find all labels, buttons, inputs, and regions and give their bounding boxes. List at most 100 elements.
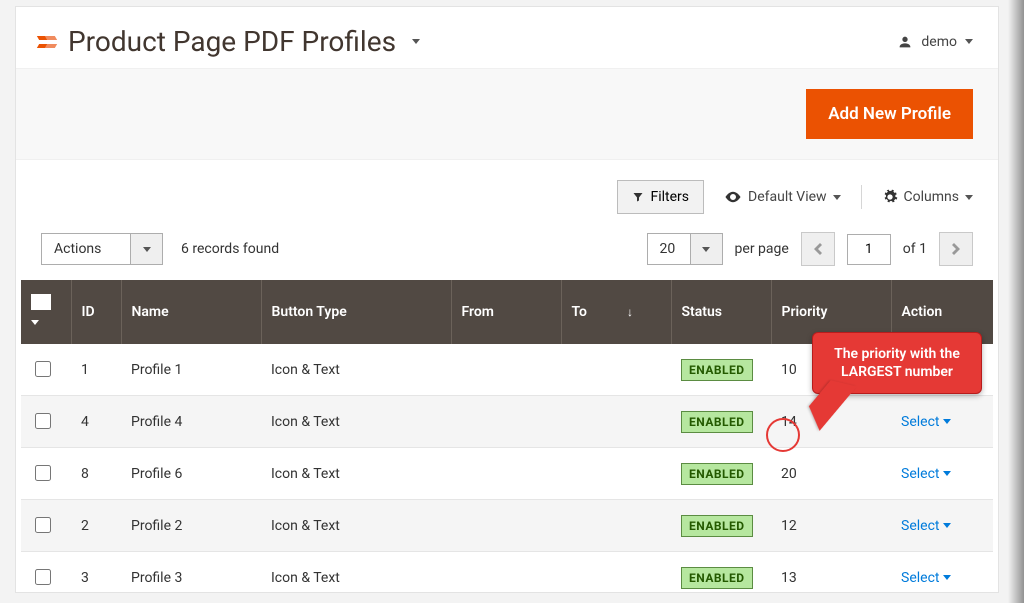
next-page-button[interactable] <box>939 232 973 266</box>
cell-from <box>451 552 561 603</box>
paging-bar: Actions 6 records found 20 per page of 1 <box>16 224 998 280</box>
default-view-menu[interactable]: Default View <box>724 188 841 206</box>
page-header: Product Page PDF Profiles demo <box>16 7 998 68</box>
profiles-table: ID Name Button Type From To↓ Status Prio… <box>21 280 993 603</box>
cell-button-type: Icon & Text <box>261 500 451 552</box>
page-number-input[interactable] <box>847 234 891 265</box>
cell-button-type: Icon & Text <box>261 448 451 500</box>
prev-page-button[interactable] <box>801 232 835 266</box>
mass-actions-dropdown[interactable]: Actions <box>41 233 163 265</box>
row-checkbox[interactable] <box>35 517 51 533</box>
annotation-circle <box>766 418 800 452</box>
cell-priority: 12 <box>771 500 891 552</box>
cell-to <box>561 500 671 552</box>
chevron-down-icon <box>943 419 951 424</box>
chevron-down-icon <box>31 320 39 325</box>
separator <box>861 185 862 209</box>
row-checkbox[interactable] <box>35 413 51 429</box>
columns-menu[interactable]: Columns <box>882 189 973 205</box>
status-badge: ENABLED <box>681 515 753 537</box>
row-action-select[interactable]: Select <box>901 518 951 534</box>
cell-name: Profile 4 <box>121 396 261 448</box>
cell-from <box>451 500 561 552</box>
chevron-down-icon <box>965 39 973 44</box>
cell-name: Profile 6 <box>121 448 261 500</box>
chevron-right-icon <box>952 243 960 255</box>
col-select-all[interactable] <box>21 280 71 344</box>
account-menu[interactable]: demo <box>897 34 973 50</box>
row-action-select[interactable]: Select <box>901 466 951 482</box>
col-button-type[interactable]: Button Type <box>261 280 451 344</box>
funnel-icon <box>632 191 644 203</box>
action-bar: Add New Profile <box>16 68 998 160</box>
cell-id: 2 <box>71 500 121 552</box>
cell-id: 8 <box>71 448 121 500</box>
page-size-value: 20 <box>647 233 691 265</box>
columns-label: Columns <box>904 189 959 205</box>
col-to[interactable]: To↓ <box>561 280 671 344</box>
sort-desc-icon: ↓ <box>627 305 633 319</box>
cell-button-type: Icon & Text <box>261 344 451 396</box>
cell-name: Profile 3 <box>121 552 261 603</box>
row-action-select[interactable]: Select <box>901 570 951 586</box>
records-count: 6 records found <box>181 241 279 257</box>
table-row: 3Profile 3Icon & Text ENABLED 13 Select <box>21 552 993 603</box>
chevron-down-icon[interactable] <box>691 233 723 265</box>
cell-id: 3 <box>71 552 121 603</box>
status-badge: ENABLED <box>681 463 753 485</box>
filters-label: Filters <box>650 189 689 205</box>
cell-id: 4 <box>71 396 121 448</box>
page-size-dropdown[interactable]: 20 <box>647 233 723 265</box>
cell-to <box>561 552 671 603</box>
status-badge: ENABLED <box>681 411 753 433</box>
row-action-select[interactable]: Select <box>901 414 951 430</box>
filters-button[interactable]: Filters <box>617 180 704 214</box>
title-dropdown-icon[interactable] <box>412 34 420 50</box>
chevron-down-icon <box>943 471 951 476</box>
col-status[interactable]: Status <box>671 280 771 344</box>
cell-button-type: Icon & Text <box>261 396 451 448</box>
cell-from <box>451 344 561 396</box>
col-from[interactable]: From <box>451 280 561 344</box>
chevron-down-icon <box>833 195 841 200</box>
row-checkbox[interactable] <box>35 465 51 481</box>
cell-priority: 20 <box>771 448 891 500</box>
row-checkbox[interactable] <box>35 569 51 585</box>
row-checkbox[interactable] <box>35 361 51 377</box>
cell-from <box>451 396 561 448</box>
chevron-down-icon[interactable] <box>131 233 163 265</box>
gear-icon <box>882 189 898 205</box>
cell-to <box>561 396 671 448</box>
annotation-callout: The priority with the LARGEST number <box>812 332 982 394</box>
table-row: 4Profile 4Icon & TextENABLED14Select <box>21 396 993 448</box>
table-row: 8Profile 6Icon & Text ENABLED 20 Select <box>21 448 993 500</box>
mass-actions-label: Actions <box>41 233 131 265</box>
col-name[interactable]: Name <box>121 280 261 344</box>
status-badge: ENABLED <box>681 359 753 381</box>
callout-line2: LARGEST number <box>827 363 967 381</box>
cell-to <box>561 448 671 500</box>
col-id[interactable]: ID <box>71 280 121 344</box>
callout-line1: The priority with the <box>827 345 967 363</box>
account-name: demo <box>921 34 957 50</box>
cell-from <box>451 448 561 500</box>
chevron-down-icon <box>943 575 951 580</box>
chevron-left-icon <box>814 243 822 255</box>
table-row: 2Profile 2Icon & Text ENABLED 12 Select <box>21 500 993 552</box>
cell-priority: 13 <box>771 552 891 603</box>
screenshot-edge-shadow <box>1008 0 1024 603</box>
page-title: Product Page PDF Profiles <box>68 25 396 58</box>
add-new-profile-button[interactable]: Add New Profile <box>806 89 973 139</box>
avatar-icon <box>897 34 913 50</box>
default-view-label: Default View <box>748 189 827 205</box>
eye-icon <box>724 188 742 206</box>
per-page-label: per page <box>735 241 789 257</box>
cell-name: Profile 2 <box>121 500 261 552</box>
status-badge: ENABLED <box>681 567 753 589</box>
cell-button-type: Icon & Text <box>261 552 451 603</box>
grid-controls: Filters Default View Columns <box>16 160 998 224</box>
chevron-down-icon <box>965 195 973 200</box>
cell-to <box>561 344 671 396</box>
brand-icon <box>38 32 56 52</box>
page-total-label: of 1 <box>903 241 927 257</box>
